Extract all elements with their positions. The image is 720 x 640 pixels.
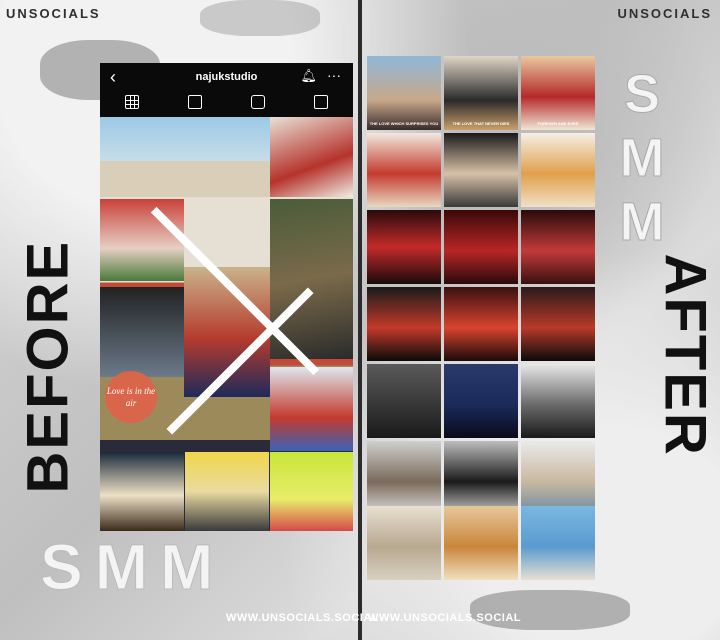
- brand-left: UNSOCIALS: [6, 6, 101, 21]
- post-image[interactable]: [270, 367, 353, 451]
- reels-icon[interactable]: [187, 95, 202, 109]
- post-image[interactable]: [367, 441, 441, 515]
- profile-tabs: [100, 95, 353, 109]
- before-label: BEFORE: [15, 239, 81, 494]
- divider-line: [358, 0, 362, 640]
- smm-horizontal: SMM: [39, 531, 226, 604]
- post-image[interactable]: [100, 287, 184, 377]
- post-image[interactable]: [270, 452, 353, 531]
- post-image[interactable]: [367, 287, 441, 361]
- post-image[interactable]: [521, 287, 595, 361]
- post-image[interactable]: [444, 441, 518, 515]
- instagram-grid-after: THE LOVE WHICH SURPRISES YOU THE LOVE TH…: [367, 56, 596, 580]
- smm-vertical: S M M: [612, 62, 672, 254]
- post-image[interactable]: [367, 133, 441, 207]
- post-image[interactable]: [521, 364, 595, 438]
- post-image[interactable]: [521, 210, 595, 284]
- smm-letter: M: [619, 192, 665, 253]
- post-image[interactable]: [270, 117, 353, 197]
- post-caption: THE LOVE THAT NEVER DIES: [452, 121, 510, 126]
- post-image[interactable]: [100, 117, 270, 197]
- website-url-left[interactable]: WWW.UNSOCIALS.SOCIAL: [226, 612, 379, 624]
- website-url-right[interactable]: WWW.UNSOCIALS.SOCIAL: [368, 612, 521, 624]
- post-image[interactable]: [521, 441, 595, 515]
- brand-right: UNSOCIALS: [617, 6, 712, 21]
- bell-icon[interactable]: 🔔︎: [300, 68, 317, 84]
- post-image[interactable]: [444, 506, 518, 580]
- tagged-icon[interactable]: [314, 95, 329, 109]
- post-image[interactable]: [100, 452, 184, 531]
- brush-stroke: [470, 590, 630, 630]
- profile-grid: Love is in the air: [100, 117, 353, 531]
- brush-stroke: [200, 0, 320, 36]
- post-image[interactable]: THE LOVE WHICH SURPRISES YOU: [367, 56, 441, 130]
- tv-icon[interactable]: [251, 95, 266, 109]
- after-label: AFTER: [652, 253, 718, 457]
- post-image[interactable]: [185, 452, 269, 531]
- post-image[interactable]: [444, 133, 518, 207]
- love-badge: Love is in the air: [105, 371, 157, 423]
- smm-letter: M: [619, 128, 665, 189]
- more-icon[interactable]: ···: [327, 67, 341, 83]
- post-image[interactable]: [444, 287, 518, 361]
- profile-header: ‹ najukstudio 🔔︎ ···: [100, 63, 353, 117]
- post-image[interactable]: [367, 364, 441, 438]
- post-image[interactable]: [100, 199, 184, 281]
- smm-letter: S: [623, 64, 661, 125]
- post-image[interactable]: [444, 364, 518, 438]
- post-image[interactable]: FOREVER AND EVER: [521, 56, 595, 130]
- post-image[interactable]: [444, 210, 518, 284]
- grid-icon[interactable]: [124, 95, 139, 109]
- instagram-profile-before: ‹ najukstudio 🔔︎ ··· Love is in the air: [100, 63, 353, 531]
- post-caption: FOREVER AND EVER: [537, 121, 579, 126]
- post-image[interactable]: THE LOVE THAT NEVER DIES: [444, 56, 518, 130]
- post-image[interactable]: [367, 506, 441, 580]
- post-image[interactable]: [521, 506, 595, 580]
- post-image[interactable]: [367, 210, 441, 284]
- post-caption: THE LOVE WHICH SURPRISES YOU: [369, 121, 439, 126]
- post-image[interactable]: [521, 133, 595, 207]
